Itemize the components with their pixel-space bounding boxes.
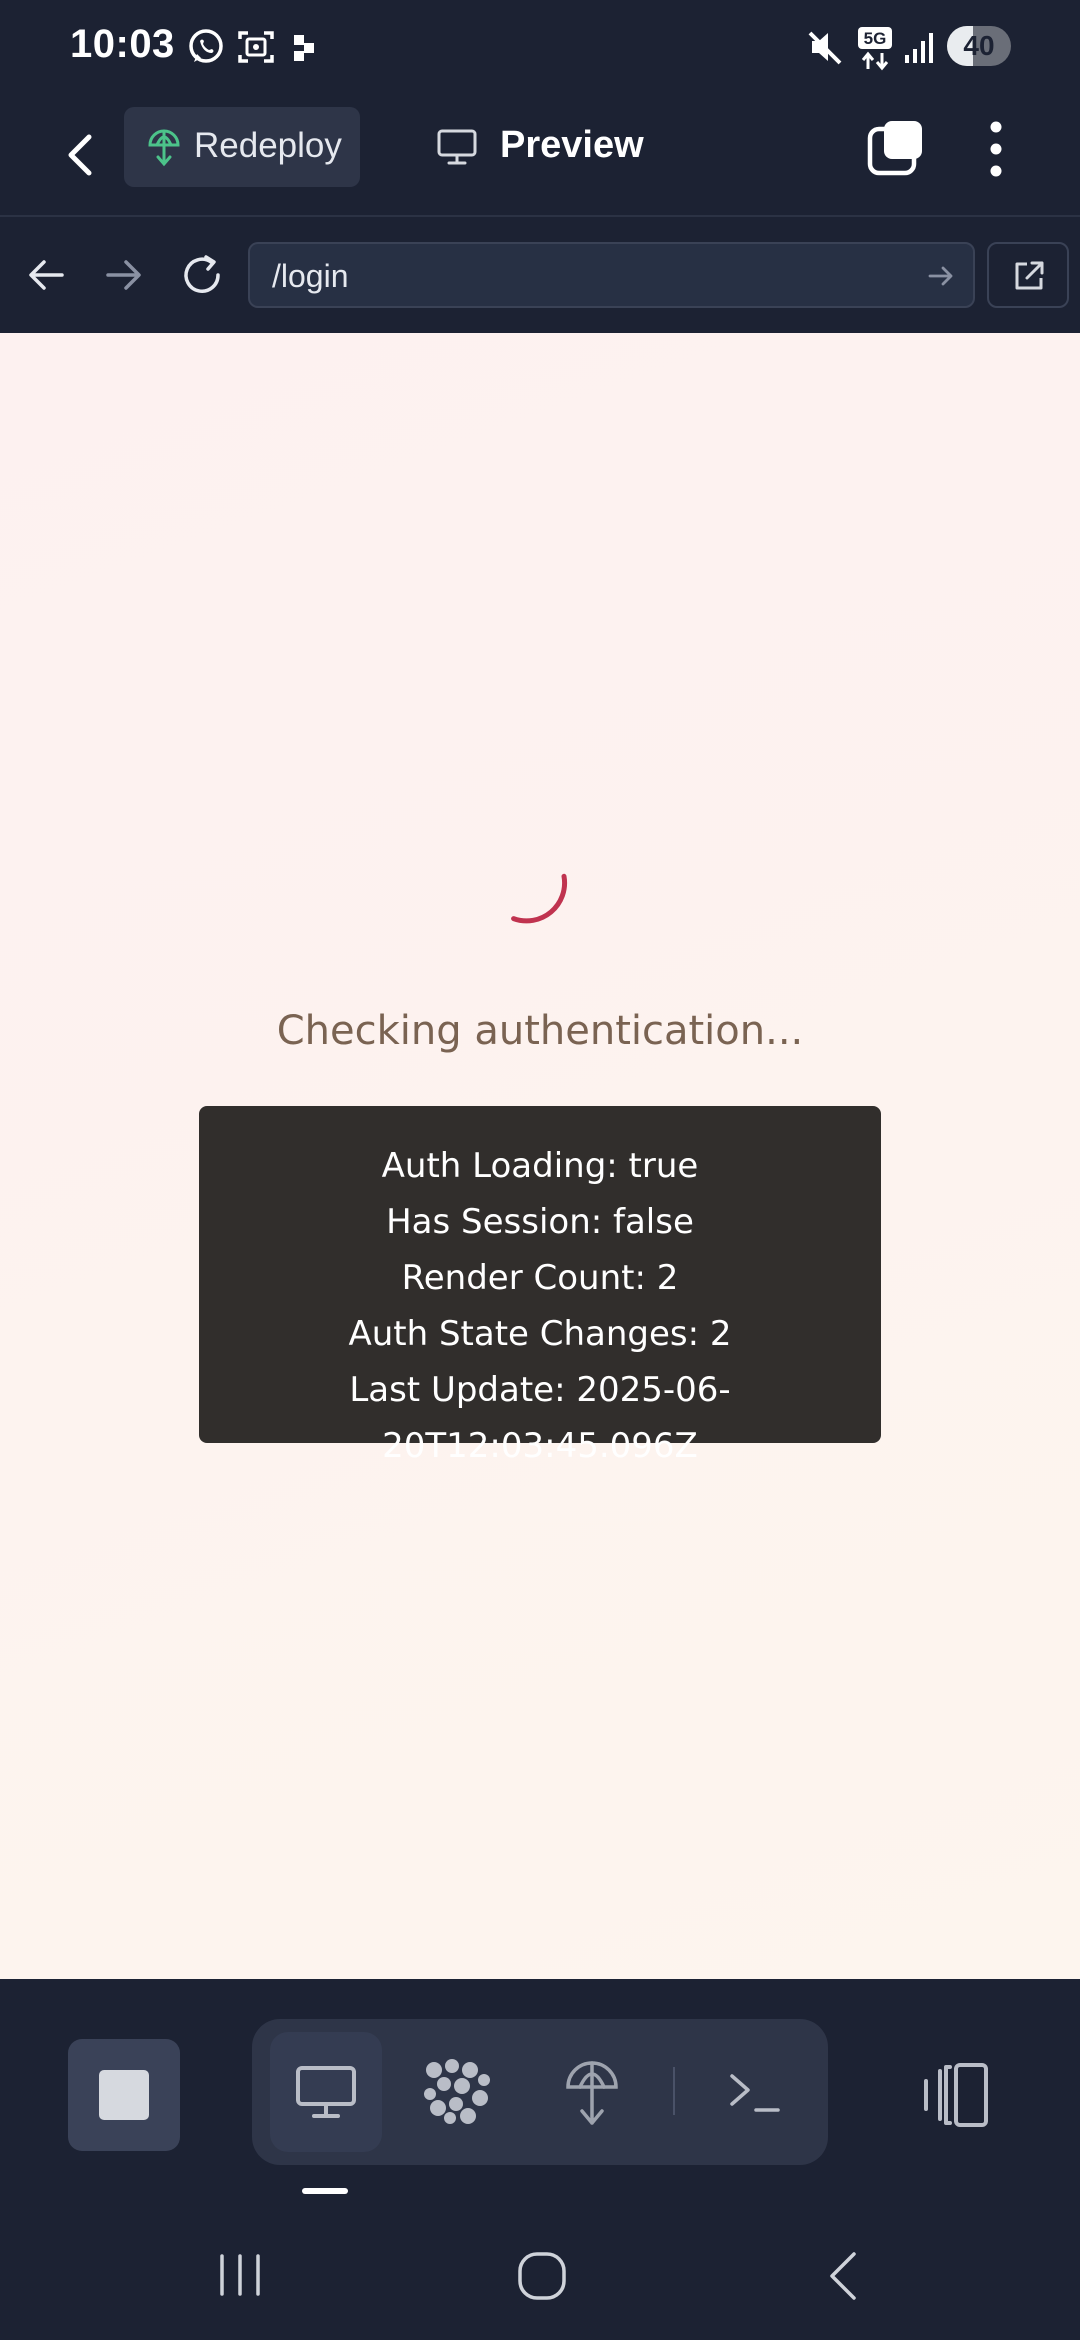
app-header: Redeploy Preview (0, 95, 1080, 217)
mute-icon (808, 31, 842, 65)
5g-data-icon: 5G (858, 27, 892, 71)
reload-icon[interactable] (178, 251, 226, 299)
preview-content: Checking authentication... Auth Loading:… (0, 333, 1080, 1979)
debug-render-count: Render Count: 2 (401, 1258, 679, 1298)
more-vertical-icon[interactable] (978, 117, 1014, 181)
external-link-icon (1015, 261, 1044, 290)
status-bar: 10:03 5G 40 (0, 0, 1080, 95)
split-view-icon[interactable] (920, 2061, 992, 2129)
recents-icon[interactable] (216, 2250, 264, 2300)
arrow-right-icon[interactable] (100, 251, 148, 299)
preview-monitor-icon (296, 2066, 356, 2118)
open-external-button[interactable] (987, 242, 1069, 308)
preview-view-button[interactable] (270, 2032, 382, 2152)
screenshot-icon (238, 31, 274, 63)
deploy-icon (566, 2061, 618, 2125)
home-icon[interactable] (516, 2250, 568, 2302)
browser-bar: /login (0, 217, 1080, 333)
preview-tab[interactable]: Preview (436, 107, 666, 187)
debug-last-update: Last Update: 2025-06-20T12:03:45.096Z (349, 1370, 731, 1466)
debug-has-session: Has Session: false (386, 1202, 694, 1242)
url-input[interactable]: /login (248, 242, 975, 308)
back-icon[interactable] (55, 125, 107, 185)
status-time: 10:03 (70, 22, 175, 66)
go-arrow-icon[interactable] (925, 260, 957, 292)
stop-icon (99, 2070, 149, 2120)
tabs-icon[interactable] (866, 119, 926, 179)
app-grid-button[interactable] (402, 2032, 514, 2152)
app-notification-icon (294, 35, 314, 61)
url-text: /login (272, 258, 349, 294)
debug-auth-loading: Auth Loading: true (381, 1146, 699, 1186)
loading-message: Checking authentication... (276, 1008, 804, 1054)
bottom-toolbar (0, 1979, 1080, 2210)
redeploy-label: Redeploy (194, 126, 342, 165)
preview-label: Preview (500, 124, 644, 166)
toolbar-divider (673, 2067, 675, 2115)
app-grid-icon (424, 2059, 490, 2124)
system-navigation-bar (0, 2210, 1080, 2340)
redeploy-icon (148, 129, 180, 167)
signal-icon (905, 33, 933, 63)
view-switcher (252, 2019, 828, 2165)
stop-button[interactable] (68, 2039, 180, 2151)
svg-text:5G: 5G (864, 29, 887, 48)
system-back-icon[interactable] (820, 2250, 864, 2302)
debug-auth-state-changes: Auth State Changes: 2 (348, 1314, 732, 1354)
battery-icon: 40 (947, 26, 1011, 66)
battery-percent: 40 (963, 30, 995, 61)
debug-panel: Auth Loading: true Has Session: false Re… (199, 1106, 881, 1466)
monitor-icon (437, 129, 477, 165)
deploy-button[interactable] (536, 2032, 648, 2152)
arrow-left-icon[interactable] (22, 251, 70, 299)
whatsapp-icon (189, 29, 223, 63)
active-tab-indicator (302, 2188, 348, 2194)
loading-spinner (511, 873, 568, 924)
terminal-icon (730, 2074, 780, 2112)
redeploy-button[interactable]: Redeploy (124, 107, 360, 187)
terminal-button[interactable] (698, 2032, 810, 2152)
